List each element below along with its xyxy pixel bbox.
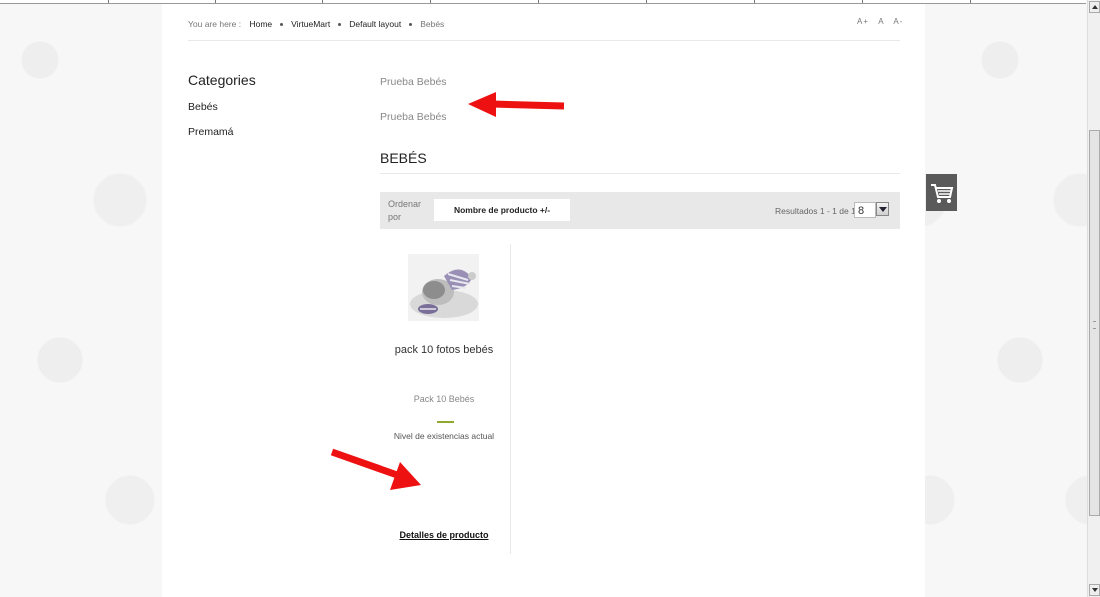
scroll-up-icon[interactable] xyxy=(1089,1,1100,13)
product-name[interactable]: pack 10 fotos bebés xyxy=(380,340,508,361)
product-short-description: Pack 10 Bebés xyxy=(413,394,475,404)
breadcrumb-prefix: You are here : xyxy=(188,19,242,29)
font-size-controls: A+ A A- xyxy=(851,17,903,26)
font-reset-button[interactable]: A xyxy=(878,17,884,26)
per-page-select[interactable]: 8 xyxy=(854,202,876,218)
category-heading: BEBÉS xyxy=(380,150,427,166)
order-toolbar: Ordenar por Nombre de producto +/- Resul… xyxy=(380,192,900,229)
categories-title: Categories xyxy=(188,72,256,88)
product-card: pack 10 fotos bebés Pack 10 Bebés Nivel … xyxy=(380,244,511,554)
product-details-link[interactable]: Detalles de producto xyxy=(380,530,508,540)
breadcrumb-virtuemart[interactable]: VirtueMart xyxy=(291,19,330,29)
cart-button[interactable] xyxy=(926,174,957,211)
sidebar-item-bebes[interactable]: Bebés xyxy=(188,101,218,113)
strip-divider xyxy=(754,0,755,3)
results-count: Resultados 1 - 1 de 1 xyxy=(775,206,856,216)
sidebar-item-premama[interactable]: Premamá xyxy=(188,126,234,138)
font-increase-button[interactable]: A+ xyxy=(857,17,869,26)
stock-level-fill xyxy=(437,421,454,423)
strip-divider xyxy=(862,0,863,3)
strip-divider xyxy=(108,0,109,3)
strip-divider xyxy=(322,0,323,3)
chevron-down-icon[interactable] xyxy=(876,202,889,216)
subcategory-link[interactable]: Prueba Bebés xyxy=(380,76,447,88)
breadcrumb-default-layout[interactable]: Default layout xyxy=(349,19,401,29)
strip-divider xyxy=(538,0,539,3)
breadcrumb-current: Bebés xyxy=(420,19,445,29)
baby-photo-icon xyxy=(408,254,479,321)
font-decrease-button[interactable]: A- xyxy=(893,17,903,26)
header-divider xyxy=(188,40,900,41)
scrollbar-thumb[interactable] xyxy=(1089,130,1100,516)
breadcrumb-separator xyxy=(338,23,342,27)
product-image[interactable] xyxy=(408,254,479,321)
strip-divider xyxy=(646,0,647,3)
content-panel: You are here : Home VirtueMart Default lay… xyxy=(162,4,925,597)
strip-divider xyxy=(430,0,431,3)
strip-divider xyxy=(215,0,216,3)
breadcrumb: You are here : Home VirtueMart Default lay… xyxy=(188,19,444,29)
cart-icon xyxy=(931,184,954,203)
breadcrumb-separator xyxy=(280,23,284,27)
breadcrumb-separator xyxy=(409,23,413,27)
breadcrumb-home[interactable]: Home xyxy=(249,19,272,29)
order-by-label: Ordenar por xyxy=(388,199,422,222)
stock-level-bar xyxy=(425,421,465,423)
scroll-down-icon[interactable] xyxy=(1089,584,1100,596)
strip-divider xyxy=(970,0,971,3)
vertical-scrollbar[interactable] xyxy=(1087,0,1100,597)
stock-level-label: Nivel de existencias actual xyxy=(393,431,495,441)
heading-divider xyxy=(380,173,900,174)
order-by-button[interactable]: Nombre de producto +/- xyxy=(434,199,570,221)
subcategory-link[interactable]: Prueba Bebés xyxy=(380,111,447,123)
